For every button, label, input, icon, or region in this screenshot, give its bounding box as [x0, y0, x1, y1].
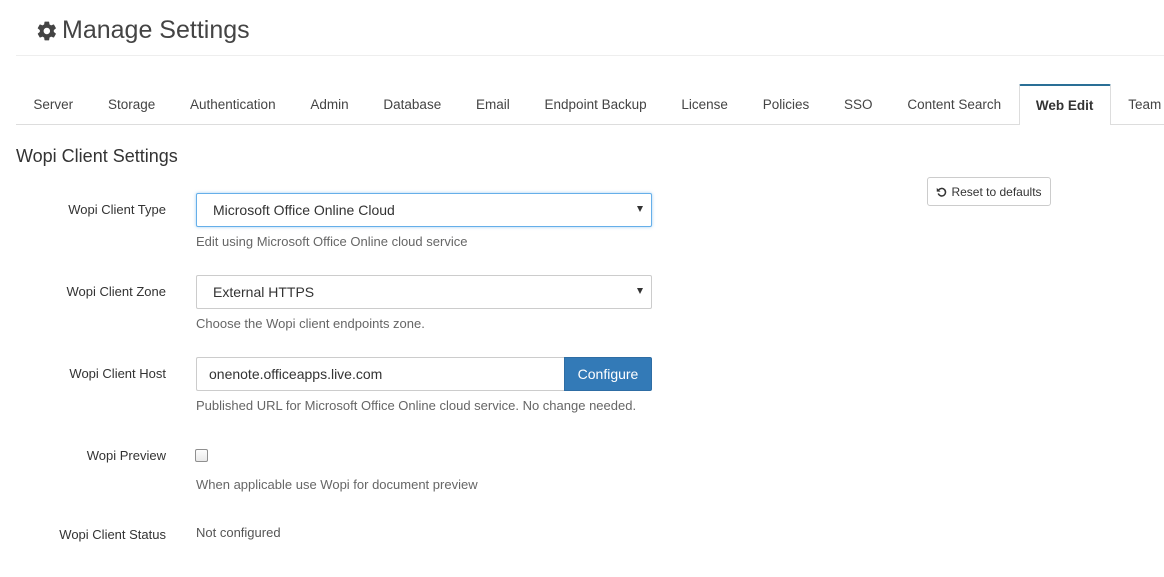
client-type-select[interactable]: Microsoft Office Online Cloud: [196, 193, 652, 227]
reset-button-label: Reset to defaults: [951, 184, 1042, 199]
preview-checkbox[interactable]: [195, 449, 208, 462]
client-type-label: Wopi Client Type: [68, 202, 166, 217]
configure-button[interactable]: Configure: [564, 357, 652, 391]
chevron-down-icon: [637, 206, 643, 212]
preview-help: When applicable use Wopi for document pr…: [196, 477, 478, 492]
client-type-help: Edit using Microsoft Office Online cloud…: [196, 234, 468, 249]
client-host-input[interactable]: [196, 357, 565, 391]
tab-team-folders[interactable]: Team Folders: [1111, 84, 1164, 124]
client-zone-label: Wopi Client Zone: [66, 284, 166, 299]
undo-icon: [937, 187, 947, 197]
tab-email[interactable]: Email: [459, 84, 528, 124]
client-host-label: Wopi Client Host: [69, 366, 166, 381]
client-type-value: Microsoft Office Online Cloud: [213, 202, 395, 218]
client-zone-help: Choose the Wopi client endpoints zone.: [196, 316, 425, 331]
tab-content-search[interactable]: Content Search: [890, 84, 1019, 124]
page-title-text: Manage Settings: [62, 16, 250, 44]
tab-web-edit[interactable]: Web Edit: [1018, 84, 1111, 125]
client-zone-select[interactable]: External HTTPS: [196, 275, 652, 309]
client-status-value: Not configured: [196, 525, 281, 540]
tab-admin[interactable]: Admin: [293, 84, 366, 124]
tab-license[interactable]: License: [664, 84, 745, 124]
page-title: Manage Settings: [36, 16, 250, 45]
tab-authentication[interactable]: Authentication: [173, 84, 293, 124]
tab-storage[interactable]: Storage: [91, 84, 173, 124]
page-header: Manage Settings: [16, 0, 1164, 56]
preview-label: Wopi Preview: [86, 448, 166, 463]
tab-policies[interactable]: Policies: [745, 84, 826, 124]
tab-endpoint-backup[interactable]: Endpoint Backup: [527, 84, 664, 124]
client-status-label: Wopi Client Status: [59, 527, 166, 542]
section-title: Wopi Client Settings: [16, 146, 178, 166]
gear-icon: [37, 21, 56, 40]
settings-tabs: Server Storage Authentication Admin Data…: [16, 84, 1164, 125]
tab-sso[interactable]: SSO: [827, 84, 890, 124]
client-host-help: Published URL for Microsoft Office Onlin…: [196, 398, 637, 413]
tab-server[interactable]: Server: [16, 84, 91, 124]
client-zone-value: External HTTPS: [213, 284, 315, 300]
tab-database[interactable]: Database: [366, 84, 459, 124]
chevron-down-icon: [637, 288, 643, 294]
reset-to-defaults-button[interactable]: Reset to defaults: [927, 177, 1051, 206]
